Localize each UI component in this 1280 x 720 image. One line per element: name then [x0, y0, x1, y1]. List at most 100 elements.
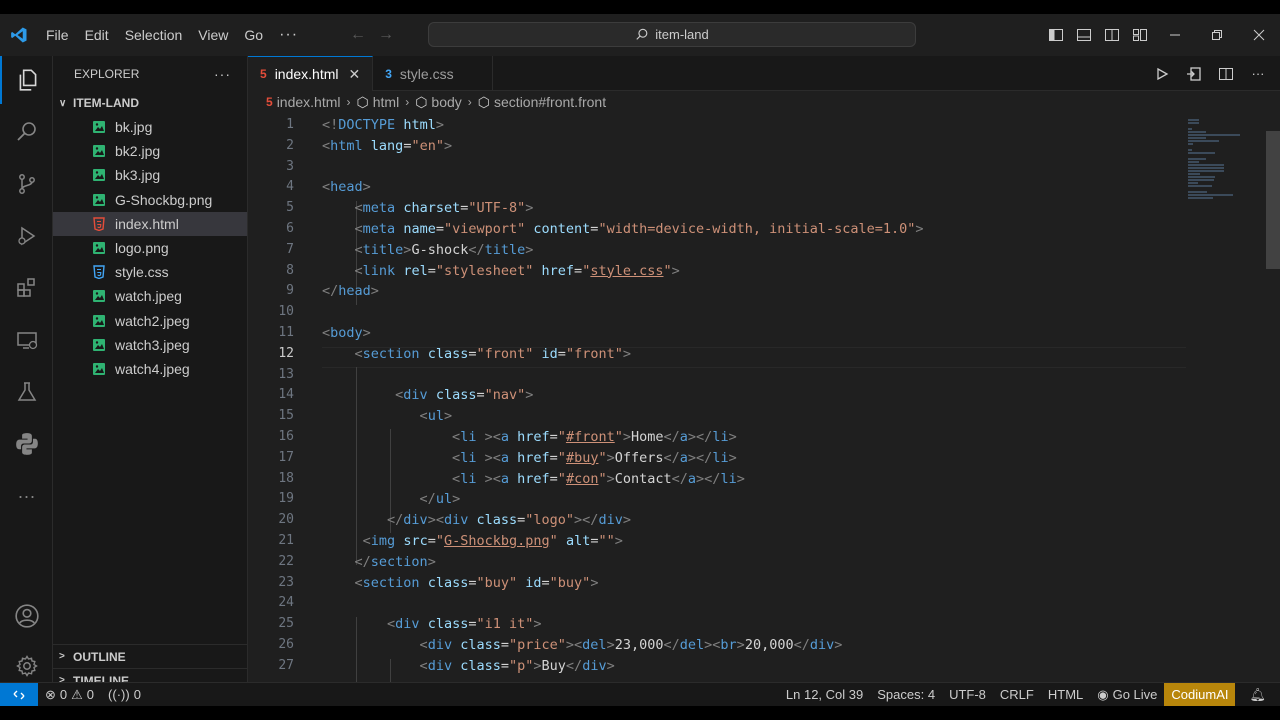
- code-line[interactable]: <html lang="en">: [322, 136, 1182, 157]
- cursor-position[interactable]: Ln 12, Col 39: [779, 683, 870, 707]
- code-line[interactable]: <head>: [322, 177, 1182, 198]
- code-line[interactable]: <div class="nav">: [322, 385, 1182, 406]
- code-line[interactable]: <li ><a href="#front">Home</a></li>: [322, 427, 1182, 448]
- code-line[interactable]: [322, 157, 1182, 178]
- file-item[interactable]: watch4.jpeg: [53, 357, 247, 381]
- menu-more[interactable]: ···: [271, 14, 306, 56]
- code-line[interactable]: [322, 593, 1182, 614]
- source-control-icon[interactable]: [0, 160, 53, 208]
- breadcrumb-file[interactable]: index.html: [277, 94, 341, 110]
- testing-flask-icon[interactable]: [0, 368, 53, 416]
- code-token: alt: [565, 532, 591, 549]
- restore-icon[interactable]: [1196, 14, 1238, 56]
- code-line[interactable]: </head>: [322, 281, 1182, 302]
- menu-file[interactable]: File: [38, 14, 77, 56]
- code-line[interactable]: <li ><a href="#buy">Offers</a></li>: [322, 448, 1182, 469]
- code-token: =: [549, 470, 558, 487]
- code-line[interactable]: </ul>: [322, 489, 1182, 510]
- code-line[interactable]: [322, 302, 1182, 323]
- code-line[interactable]: <meta name="viewport" content="width=dev…: [322, 219, 1182, 240]
- file-item[interactable]: watch.jpeg: [53, 284, 247, 308]
- extensions-icon[interactable]: [0, 264, 53, 312]
- run-play-icon[interactable]: [1148, 60, 1176, 88]
- code-line[interactable]: [322, 365, 1182, 386]
- code-line[interactable]: <body>: [322, 323, 1182, 344]
- file-item[interactable]: G-Shockbg.png: [53, 188, 247, 212]
- breadcrumb-section[interactable]: section#front.front: [494, 94, 606, 110]
- menu-selection[interactable]: Selection: [117, 14, 191, 56]
- tab-index-html[interactable]: 5 index.html ✕: [248, 56, 374, 91]
- file-item[interactable]: watch3.jpeg: [53, 333, 247, 357]
- toggle-primary-sidebar-icon[interactable]: [1042, 14, 1070, 56]
- code-line[interactable]: <link rel="stylesheet" href="style.css">: [322, 261, 1182, 282]
- file-item[interactable]: logo.png: [53, 236, 247, 260]
- code-line[interactable]: <ul>: [322, 406, 1182, 427]
- encoding[interactable]: UTF-8: [942, 683, 993, 707]
- breadcrumb-body[interactable]: body: [431, 94, 461, 110]
- ports-indicator[interactable]: ((·)) 0: [101, 683, 148, 707]
- menu-view[interactable]: View: [190, 14, 236, 56]
- customize-layout-icon[interactable]: [1126, 14, 1154, 56]
- accounts-icon[interactable]: [0, 592, 53, 640]
- minimize-icon[interactable]: [1154, 14, 1196, 56]
- code-editor[interactable]: 1 2 3 4 5 6 7 8 9 10 11 12 13 14 15 16 17 18 19 20 21 22 23 24 2…: [248, 113, 1280, 682]
- command-center-search[interactable]: item-land: [428, 22, 916, 47]
- code-line[interactable]: <section class="buy" id="buy">: [322, 573, 1182, 594]
- codium-ai-button[interactable]: CodiumAI: [1164, 682, 1236, 706]
- code-line[interactable]: <!DOCTYPE html>: [322, 115, 1182, 136]
- file-item[interactable]: bk3.jpg: [53, 163, 247, 187]
- menu-go[interactable]: Go: [236, 14, 271, 56]
- forward-arrow-icon[interactable]: →: [378, 26, 394, 44]
- remote-explorer-icon[interactable]: [0, 316, 53, 364]
- code-line[interactable]: <img src="G-Shockbg.png" alt="">: [322, 531, 1182, 552]
- line-endings[interactable]: CRLF: [993, 683, 1041, 707]
- window-controls: [1042, 14, 1280, 56]
- breadcrumb-html[interactable]: html: [373, 94, 399, 110]
- editor-more-icon[interactable]: ···: [1244, 60, 1272, 88]
- explorer-more-icon[interactable]: ···: [214, 66, 231, 82]
- code-line[interactable]: <title>G-shock</title>: [322, 240, 1182, 261]
- outline-section[interactable]: > OUTLINE: [53, 644, 248, 668]
- minimap-line: [1188, 161, 1200, 163]
- python-icon[interactable]: [0, 420, 53, 468]
- tab-label: style.css: [399, 65, 454, 82]
- code-line[interactable]: <div class="p">Buy</div>: [322, 656, 1182, 677]
- file-item[interactable]: bk2.jpg: [53, 139, 247, 163]
- code-line[interactable]: <section class="front" id="front">: [322, 344, 1182, 365]
- code-token: ": [557, 449, 566, 466]
- go-live-button[interactable]: ◉ Go Live: [1090, 683, 1164, 707]
- notifications-bell-icon[interactable]: 🔔︎: [1235, 683, 1280, 707]
- editor-scrollbar[interactable]: [1266, 131, 1280, 269]
- indentation[interactable]: Spaces: 4: [870, 683, 942, 707]
- code-line[interactable]: </div><div class="logo"></div>: [322, 510, 1182, 531]
- file-item[interactable]: watch2.jpeg: [53, 309, 247, 333]
- toggle-panel-icon[interactable]: [1070, 14, 1098, 56]
- problems-indicator[interactable]: ⊗ 0 ⚠ 0: [38, 683, 101, 707]
- file-item[interactable]: bk.jpg: [53, 115, 247, 139]
- code-line[interactable]: <div class="i1 it">: [322, 614, 1182, 635]
- code-line[interactable]: </section>: [322, 552, 1182, 573]
- close-tab-icon[interactable]: ✕: [349, 66, 361, 83]
- file-item[interactable]: index.html: [53, 211, 247, 236]
- split-editor-icon[interactable]: [1212, 60, 1240, 88]
- minimap[interactable]: [1188, 119, 1248, 239]
- folder-item-land[interactable]: ∨ ITEM-LAND: [53, 91, 247, 115]
- run-debug-icon[interactable]: [0, 212, 53, 260]
- search-icon[interactable]: [0, 108, 53, 156]
- code-line[interactable]: <li ><a href="#con">Contact</a></li>: [322, 469, 1182, 490]
- tab-style-css[interactable]: 3 style.css: [373, 56, 494, 91]
- language-mode[interactable]: HTML: [1041, 683, 1090, 707]
- explorer-icon[interactable]: [0, 56, 53, 104]
- menu-edit[interactable]: Edit: [77, 14, 117, 56]
- close-window-icon[interactable]: [1238, 14, 1280, 56]
- code-line[interactable]: <div class="price"><del>23,000</del><br>…: [322, 635, 1182, 656]
- code-line[interactable]: <meta charset="UTF-8">: [322, 198, 1182, 219]
- file-item[interactable]: style.css: [53, 260, 247, 284]
- open-preview-icon[interactable]: [1180, 60, 1208, 88]
- minimap-line: [1188, 122, 1200, 124]
- back-arrow-icon[interactable]: ←: [350, 26, 366, 44]
- remote-indicator-icon[interactable]: [0, 682, 38, 706]
- more-views-icon[interactable]: ···: [0, 472, 53, 520]
- toggle-secondary-sidebar-icon[interactable]: [1098, 14, 1126, 56]
